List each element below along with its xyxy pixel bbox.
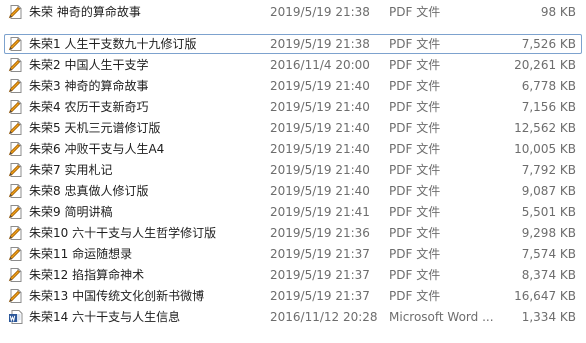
pdf-document-icon: [8, 57, 24, 73]
file-size: 9,087 KB: [521, 184, 576, 198]
file-row[interactable]: 朱荣6 冲败干支与人生A4 2019/5/19 21:40 PDF 文件 10,…: [4, 139, 582, 159]
file-date-modified: 2019/5/19 21:40: [270, 142, 370, 156]
pdf-document-icon: [8, 78, 24, 94]
file-size: 9,298 KB: [521, 226, 576, 240]
file-size: 7,574 KB: [521, 247, 576, 261]
file-name: 朱荣10 六十干支与人生哲学修订版: [29, 226, 217, 240]
file-name: 朱荣3 神奇的算命故事: [29, 79, 149, 93]
file-name: 朱荣8 忠真做人修订版: [29, 184, 149, 198]
file-size: 7,792 KB: [521, 163, 576, 177]
file-date-modified: 2019/5/19 21:41: [270, 205, 370, 219]
pdf-document-icon: [8, 288, 24, 304]
file-size: 7,156 KB: [521, 100, 576, 114]
file-type: PDF 文件: [389, 163, 441, 177]
file-name: 朱荣14 六十干支与人生信息: [29, 310, 181, 324]
file-name: 朱荣1 人生干支数九十九修订版: [29, 37, 197, 51]
file-type: PDF 文件: [389, 100, 441, 114]
file-type: PDF 文件: [389, 121, 441, 135]
file-type: PDF 文件: [389, 226, 441, 240]
file-row[interactable]: 朱荣13 中国传统文化创新书微博 2019/5/19 21:37 PDF 文件 …: [4, 286, 582, 306]
file-name: 朱荣9 简明讲稿: [29, 205, 113, 219]
file-size: 10,005 KB: [514, 142, 576, 156]
file-row[interactable]: 朱荣1 人生干支数九十九修订版 2019/5/19 21:38 PDF 文件 7…: [4, 34, 582, 54]
pdf-document-icon: [8, 120, 24, 136]
pdf-document-icon: [8, 204, 24, 220]
pdf-document-icon: [8, 183, 24, 199]
file-name: 朱荣12 掐指算命神术: [29, 268, 145, 282]
pdf-document-icon: [8, 225, 24, 241]
file-row[interactable]: 朱荣12 掐指算命神术 2019/5/19 21:37 PDF 文件 8,374…: [4, 265, 582, 285]
pdf-document-icon: [8, 246, 24, 262]
file-size: 16,647 KB: [514, 289, 576, 303]
file-type: PDF 文件: [389, 5, 441, 19]
file-date-modified: 2019/5/19 21:40: [270, 163, 370, 177]
file-date-modified: 2019/5/19 21:38: [270, 5, 370, 19]
file-name: 朱荣11 命运随想录: [29, 247, 133, 261]
file-type: PDF 文件: [389, 79, 441, 93]
file-size: 12,562 KB: [514, 121, 576, 135]
file-date-modified: 2019/5/19 21:37: [270, 268, 370, 282]
file-type: PDF 文件: [389, 205, 441, 219]
file-date-modified: 2016/11/4 20:00: [270, 58, 370, 72]
file-date-modified: 2019/5/19 21:40: [270, 100, 370, 114]
word-document-icon: [8, 309, 24, 325]
file-name: 朱荣2 中国人生干支学: [29, 58, 149, 72]
file-row[interactable]: 朱荣11 命运随想录 2019/5/19 21:37 PDF 文件 7,574 …: [4, 244, 582, 264]
file-size: 7,526 KB: [521, 37, 576, 51]
file-date-modified: 2019/5/19 21:40: [270, 121, 370, 135]
file-name: 朱荣13 中国传统文化创新书微博: [29, 289, 205, 303]
file-row[interactable]: 朱荣10 六十干支与人生哲学修订版 2019/5/19 21:36 PDF 文件…: [4, 223, 582, 243]
file-size: 5,501 KB: [521, 205, 576, 219]
file-date-modified: 2016/11/12 20:28: [270, 310, 378, 324]
file-size: 20,261 KB: [514, 58, 576, 72]
pdf-document-icon: [8, 99, 24, 115]
file-date-modified: 2019/5/19 21:40: [270, 184, 370, 198]
file-size: 1,334 KB: [521, 310, 576, 324]
pdf-document-icon: [8, 36, 24, 52]
file-name: 朱荣7 实用札记: [29, 163, 113, 177]
file-row[interactable]: 朱荣 神奇的算命故事 2019/5/19 21:38 PDF 文件 98 KB: [4, 2, 582, 22]
file-size: 6,778 KB: [521, 79, 576, 93]
file-date-modified: 2019/5/19 21:37: [270, 289, 370, 303]
pdf-document-icon: [8, 4, 24, 20]
file-row[interactable]: 朱荣7 实用札记 2019/5/19 21:40 PDF 文件 7,792 KB: [4, 160, 582, 180]
file-date-modified: 2019/5/19 21:37: [270, 247, 370, 261]
file-type: Microsoft Word ...: [389, 310, 494, 324]
file-name: 朱荣4 农历干支新奇巧: [29, 100, 149, 114]
file-row[interactable]: 朱荣2 中国人生干支学 2016/11/4 20:00 PDF 文件 20,26…: [4, 55, 582, 75]
file-type: PDF 文件: [389, 268, 441, 282]
pdf-document-icon: [8, 267, 24, 283]
file-type: PDF 文件: [389, 142, 441, 156]
file-date-modified: 2019/5/19 21:38: [270, 37, 370, 51]
file-type: PDF 文件: [389, 37, 441, 51]
file-type: PDF 文件: [389, 289, 441, 303]
file-row[interactable]: 朱荣5 天机三元谱修订版 2019/5/19 21:40 PDF 文件 12,5…: [4, 118, 582, 138]
file-size: 98 KB: [540, 5, 576, 19]
file-name: 朱荣5 天机三元谱修订版: [29, 121, 161, 135]
file-date-modified: 2019/5/19 21:40: [270, 79, 370, 93]
file-row[interactable]: 朱荣9 简明讲稿 2019/5/19 21:41 PDF 文件 5,501 KB: [4, 202, 582, 222]
file-row[interactable]: 朱荣8 忠真做人修订版 2019/5/19 21:40 PDF 文件 9,087…: [4, 181, 582, 201]
file-row[interactable]: 朱荣14 六十干支与人生信息 2016/11/12 20:28 Microsof…: [4, 307, 582, 327]
file-name: 朱荣 神奇的算命故事: [29, 5, 141, 19]
file-type: PDF 文件: [389, 247, 441, 261]
file-date-modified: 2019/5/19 21:36: [270, 226, 370, 240]
file-name: 朱荣6 冲败干支与人生A4: [29, 142, 165, 156]
pdf-document-icon: [8, 141, 24, 157]
file-size: 8,374 KB: [521, 268, 576, 282]
file-type: PDF 文件: [389, 58, 441, 72]
file-row[interactable]: 朱荣3 神奇的算命故事 2019/5/19 21:40 PDF 文件 6,778…: [4, 76, 582, 96]
file-type: PDF 文件: [389, 184, 441, 198]
file-row[interactable]: 朱荣4 农历干支新奇巧 2019/5/19 21:40 PDF 文件 7,156…: [4, 97, 582, 117]
file-list: 朱荣 神奇的算命故事 2019/5/19 21:38 PDF 文件 98 KB …: [0, 0, 586, 343]
pdf-document-icon: [8, 162, 24, 178]
